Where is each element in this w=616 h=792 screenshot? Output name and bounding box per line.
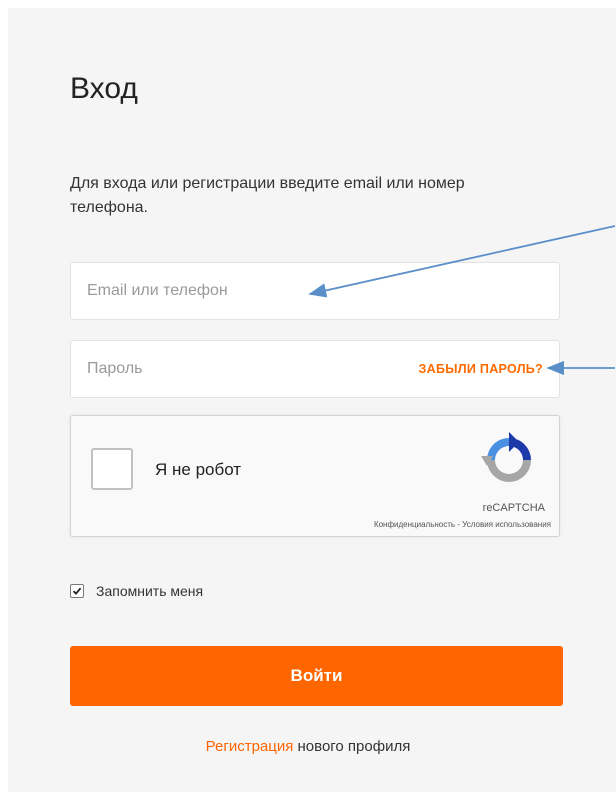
recaptcha-links: Конфиденциальность - Условия использован…	[374, 520, 551, 529]
recaptcha-label: Я не робот	[155, 460, 242, 479]
register-link[interactable]: Регистрация	[206, 738, 294, 755]
remember-me-checkbox[interactable]	[70, 584, 84, 598]
register-line: Регистрация нового профиля	[0, 738, 616, 755]
recaptcha-brand: reCAPTCHA	[482, 502, 545, 514]
forgot-password-link[interactable]: ЗАБЫЛИ ПАРОЛЬ?	[419, 362, 544, 376]
login-button[interactable]: Войти	[70, 646, 563, 706]
register-rest-label: нового профиля	[297, 738, 411, 755]
password-field-container: ЗАБЫЛИ ПАРОЛЬ?	[70, 340, 560, 398]
login-subtitle: Для входа или регистрации введите email …	[70, 175, 465, 216]
recaptcha-logo-icon	[481, 432, 531, 482]
page-title: Вход	[70, 72, 138, 105]
checkmark-icon	[72, 587, 82, 595]
email-field-container	[70, 262, 560, 320]
recaptcha-terms-link[interactable]: Условия использования	[462, 520, 551, 529]
remember-me-label: Запомнить меня	[96, 583, 204, 599]
recaptcha-checkbox[interactable]	[91, 448, 133, 490]
email-input[interactable]	[71, 263, 559, 319]
recaptcha-privacy-link[interactable]: Конфиденциальность	[374, 520, 455, 529]
remember-me-row: Запомнить меня	[70, 583, 203, 599]
recaptcha-widget: Я не робот reCAPTCHA Конфиденциальность …	[70, 415, 560, 537]
